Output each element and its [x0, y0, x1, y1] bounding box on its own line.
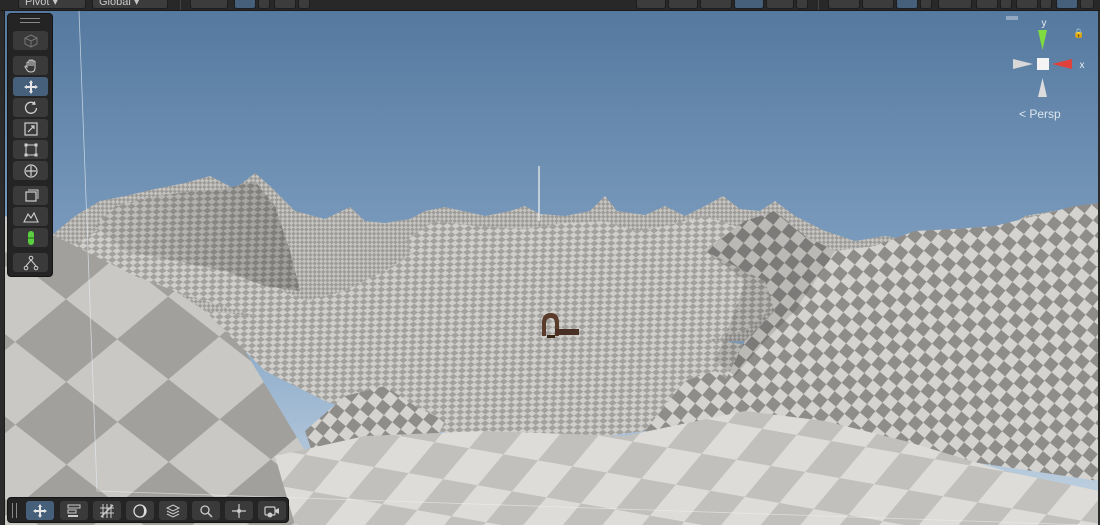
hierarchy-icon	[23, 255, 38, 270]
scene-view-window: Pivot ▾ Global ▾ y x 🔒 < Persp	[0, 0, 1100, 525]
projection-label: Persp	[1029, 107, 1061, 121]
rotate-icon	[24, 100, 37, 114]
global-label: Global	[99, 0, 131, 8]
custom-tool[interactable]	[13, 186, 48, 205]
shading-button[interactable]	[126, 501, 154, 520]
gizmos-button[interactable]	[1016, 0, 1038, 9]
neg-x-axis-cone[interactable]	[1013, 59, 1033, 69]
2d-toggle-button[interactable]	[828, 0, 860, 9]
lock-icon[interactable]: 🔒	[1073, 28, 1084, 39]
sliders-icon	[67, 504, 81, 517]
overlay-handle[interactable]	[12, 503, 17, 518]
scene-toolbar: Pivot ▾ Global ▾	[0, 0, 1100, 11]
shaded-button[interactable]	[700, 0, 732, 9]
pivot-icon	[232, 503, 246, 518]
debug-view-button[interactable]	[766, 0, 794, 9]
scale-tool[interactable]	[13, 119, 48, 138]
terrain-scene[interactable]	[5, 11, 1098, 525]
move-arrows-icon	[23, 79, 38, 94]
transform-icon	[23, 163, 38, 178]
toolbar-divider	[180, 0, 181, 10]
node-tool[interactable]	[13, 253, 48, 272]
vertex-snap-menu[interactable]	[298, 0, 310, 9]
layers-icon	[24, 189, 38, 202]
gizmos-menu[interactable]	[1040, 0, 1052, 9]
gizmo-center-cube[interactable]	[1037, 58, 1049, 70]
pivot-dropdown[interactable]: Pivot ▾	[18, 0, 86, 9]
pivot-label: Pivot	[25, 0, 50, 8]
scene-globe-menu[interactable]	[1080, 0, 1094, 9]
hand-tool[interactable]	[13, 56, 48, 75]
scene-globe-button[interactable]	[1056, 0, 1078, 9]
grid-snap-icon	[100, 503, 114, 518]
projection-toggle[interactable]: < Persp	[1019, 107, 1061, 121]
rotate-tool[interactable]	[13, 98, 48, 117]
tool-settings-button[interactable]	[60, 501, 88, 520]
neg-y-axis-cone[interactable]	[1038, 78, 1047, 97]
camera-icon	[264, 505, 279, 517]
stack-icon	[165, 503, 181, 518]
debug-view-menu[interactable]	[796, 0, 808, 9]
view-cube-tool[interactable]	[13, 31, 48, 50]
audio-toggle-button[interactable]	[862, 0, 894, 9]
gizmo-y-label: y	[1042, 18, 1047, 29]
grid-snap-button[interactable]	[93, 501, 121, 520]
increment-snap-menu[interactable]	[258, 0, 270, 9]
draw-mode-button[interactable]	[636, 0, 666, 9]
terrain-tool[interactable]	[13, 207, 48, 226]
tools-grip[interactable]	[20, 18, 40, 23]
terrain-icon	[22, 211, 39, 223]
layers-button[interactable]	[159, 501, 187, 520]
rect-transform-icon	[24, 143, 37, 156]
cube-outline-icon	[24, 33, 37, 48]
scale-icon	[23, 121, 38, 136]
search-icon	[200, 504, 213, 518]
chevron-left-icon: <	[1019, 107, 1027, 121]
rect-tool[interactable]	[13, 140, 48, 159]
capsule-icon	[27, 230, 34, 245]
move-overlay-button[interactable]	[26, 501, 54, 520]
overlay-toolbar	[7, 497, 289, 523]
shading-sphere-icon	[133, 503, 147, 518]
effects-button[interactable]	[896, 0, 918, 9]
vertex-snap-button[interactable]	[274, 0, 296, 9]
camera-settings-menu[interactable]	[1000, 0, 1012, 9]
hidden-objects-button[interactable]	[938, 0, 972, 9]
x-axis-cone[interactable]	[1052, 59, 1072, 69]
increment-snap-button[interactable]	[234, 0, 256, 9]
hand-icon	[23, 58, 35, 73]
lighting-shading-button[interactable]	[734, 0, 764, 9]
toolbar-divider	[818, 0, 819, 10]
camera-settings-button[interactable]	[976, 0, 998, 9]
move-arrows-icon	[33, 503, 47, 518]
y-axis-cone[interactable]	[1038, 30, 1047, 50]
effects-menu[interactable]	[920, 0, 932, 9]
grid-snap-field[interactable]	[190, 0, 228, 9]
move-tool[interactable]	[13, 77, 48, 96]
transform-tool[interactable]	[13, 161, 48, 180]
wireframe-shading-button[interactable]	[668, 0, 698, 9]
search-button[interactable]	[192, 501, 220, 520]
gizmo-x-label: x	[1080, 60, 1085, 71]
tools-overlay	[7, 13, 53, 277]
global-dropdown[interactable]: Global ▾	[92, 0, 168, 9]
camera-button[interactable]	[258, 501, 286, 520]
capsule-tool[interactable]	[13, 228, 48, 247]
scene-viewport[interactable]: y x 🔒 < Persp	[4, 11, 1098, 525]
pivot-button[interactable]	[225, 501, 253, 520]
